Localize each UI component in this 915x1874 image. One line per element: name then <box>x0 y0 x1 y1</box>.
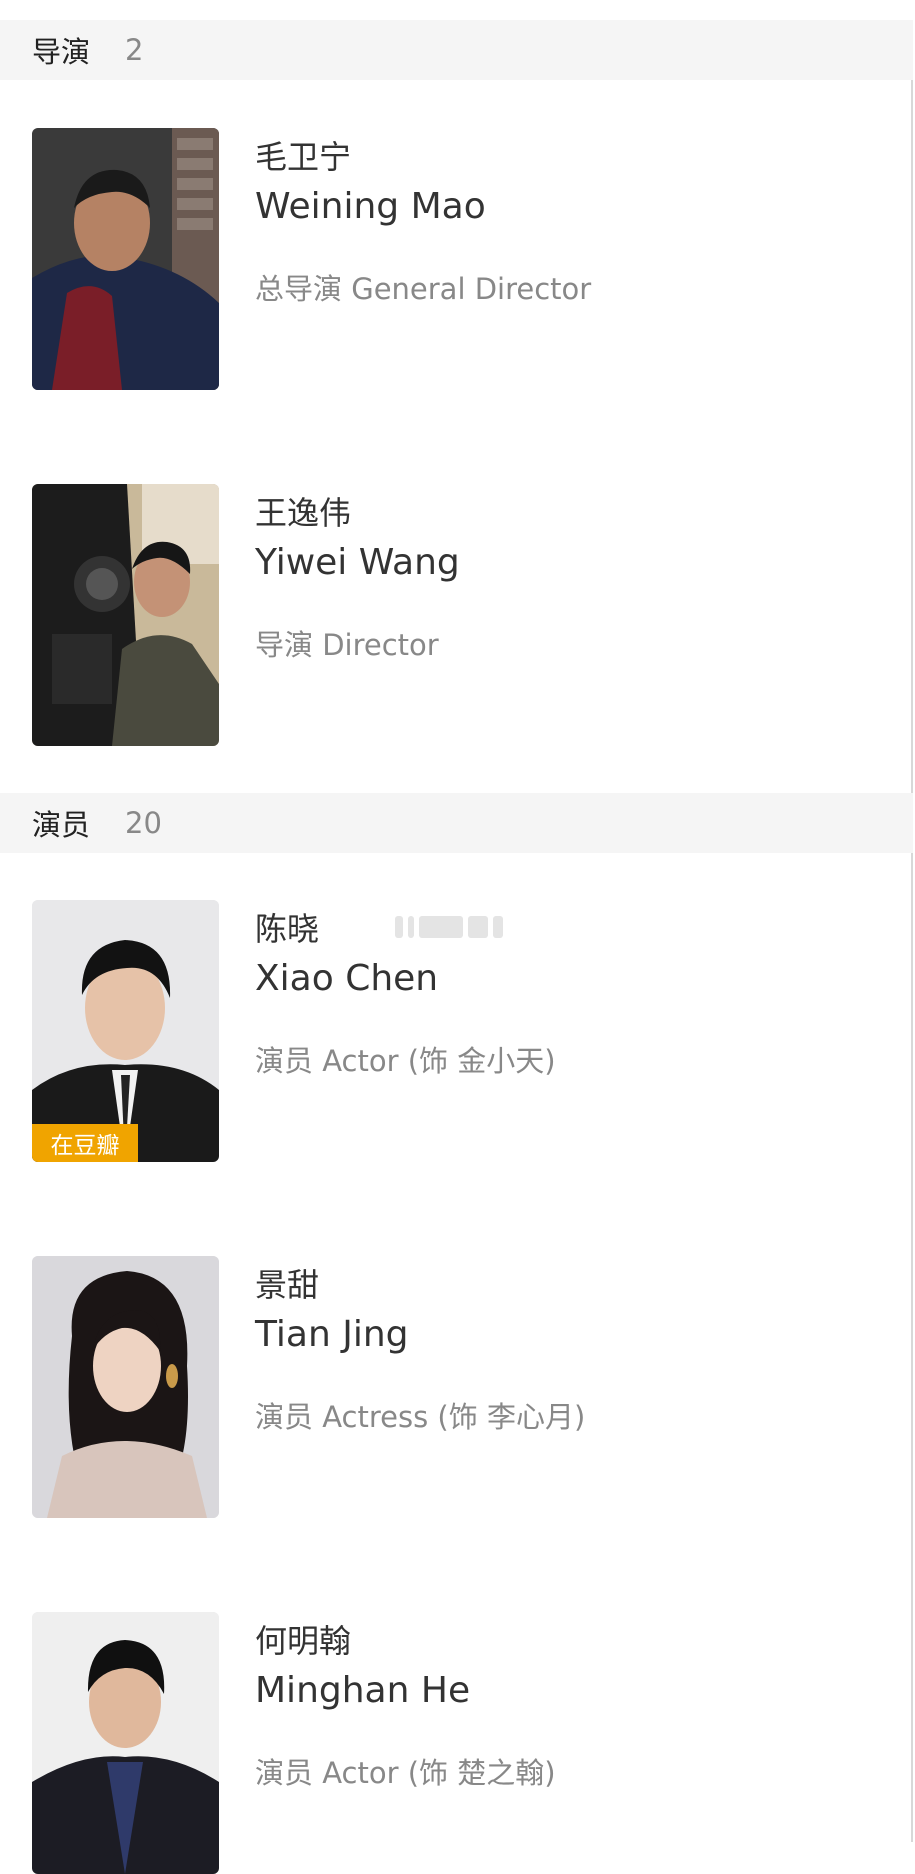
person-role: 演员 Actress (饰 李心月) <box>255 1400 586 1434</box>
section-title: 导演 <box>32 35 91 69</box>
portrait-image <box>32 900 219 1162</box>
person-name-cn: 毛卫宁 <box>255 138 352 176</box>
person-name-en: Tian Jing <box>255 1314 409 1355</box>
person-card-director-1[interactable]: 毛卫宁 Weining Mao 总导演 General Director <box>0 128 913 390</box>
person-photo[interactable] <box>32 128 219 390</box>
person-name-en: Weining Mao <box>255 186 486 227</box>
person-card-actor-1[interactable]: 在豆瓣 陈晓 Xiao Chen 演员 Actor (饰 金小天) <box>0 900 913 1162</box>
person-name-cn: 何明翰 <box>255 1622 352 1660</box>
portrait-image <box>32 1612 219 1874</box>
person-role: 导演 Director <box>255 628 439 662</box>
person-photo[interactable] <box>32 484 219 746</box>
person-photo[interactable]: 在豆瓣 <box>32 900 219 1162</box>
person-name-cn: 景甜 <box>255 1266 320 1304</box>
section-header-actors: 演员 20 <box>0 793 913 853</box>
person-card-actor-2[interactable]: 景甜 Tian Jing 演员 Actress (饰 李心月) <box>0 1256 913 1518</box>
person-role: 演员 Actor (饰 楚之翰) <box>255 1756 556 1790</box>
person-name-en: Minghan He <box>255 1670 471 1711</box>
person-card-director-2[interactable]: 王逸伟 Yiwei Wang 导演 Director <box>0 484 913 746</box>
portrait-image <box>32 1256 219 1518</box>
portrait-image <box>32 128 219 390</box>
person-name-en: Yiwei Wang <box>255 542 460 583</box>
section-count: 2 <box>125 33 144 67</box>
section-header-directors: 导演 2 <box>0 20 913 80</box>
section-title: 演员 <box>32 808 91 842</box>
person-name-cn: 王逸伟 <box>255 494 352 532</box>
person-name-cn: 陈晓 <box>255 910 320 948</box>
section-count: 20 <box>125 806 162 840</box>
person-role: 演员 Actor (饰 金小天) <box>255 1044 556 1078</box>
person-name-en: Xiao Chen <box>255 958 439 999</box>
portrait-image <box>32 484 219 746</box>
person-photo[interactable] <box>32 1256 219 1518</box>
person-role: 总导演 General Director <box>255 272 592 306</box>
person-card-actor-3[interactable]: 何明翰 Minghan He 演员 Actor (饰 楚之翰) <box>0 1612 913 1874</box>
person-photo[interactable] <box>32 1612 219 1874</box>
blurred-watermark <box>395 916 525 940</box>
douban-tag[interactable]: 在豆瓣 <box>32 1124 138 1162</box>
